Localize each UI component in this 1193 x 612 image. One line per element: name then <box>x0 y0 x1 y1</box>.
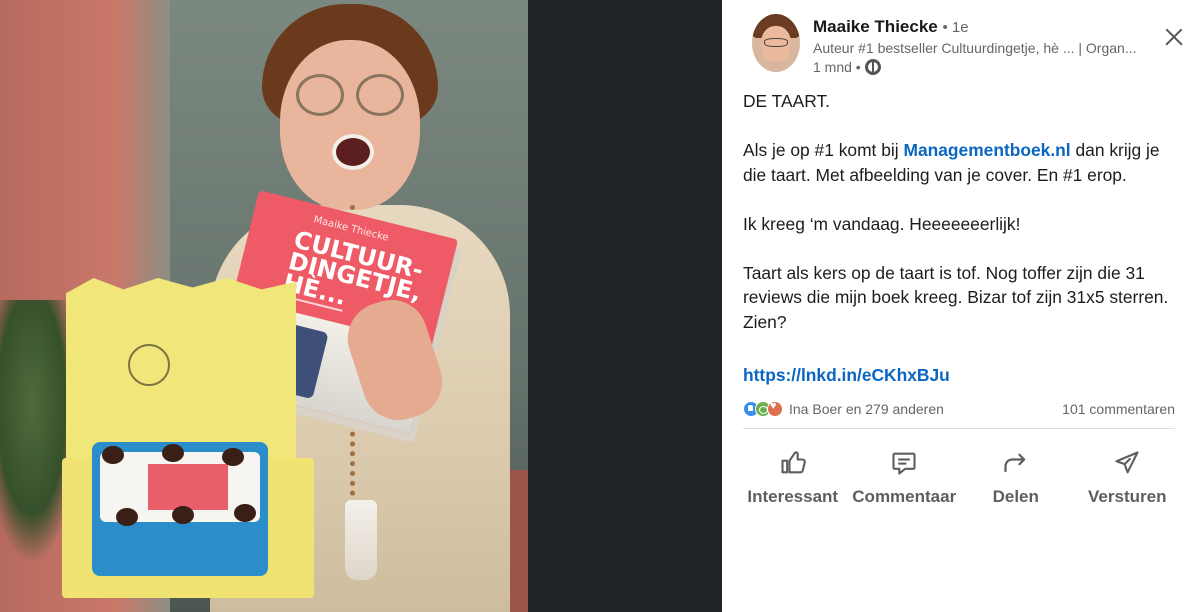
post-text-segment: Als je op #1 komt bij <box>743 140 904 160</box>
reactors-count[interactable]: Ina Boer en 279 anderen <box>789 401 944 417</box>
cake-book-image <box>148 464 228 510</box>
send-label: Versturen <box>1088 487 1167 506</box>
post-meta: 1 mnd • <box>813 59 881 75</box>
send-icon <box>1115 451 1139 474</box>
send-button[interactable]: Versturen <box>1072 440 1184 516</box>
necklace-tassel <box>345 500 377 580</box>
comment-label: Commentaar <box>852 487 957 506</box>
social-counts: Ina Boer en 279 anderen 101 commentaren <box>743 396 1175 422</box>
connection-degree: • 1e <box>942 19 969 36</box>
post-time: 1 mnd • <box>813 59 861 75</box>
mention-link[interactable]: Managementboek.nl <box>903 140 1070 160</box>
open-mouth <box>332 134 374 170</box>
glasses <box>296 74 404 116</box>
comment-button[interactable]: Commentaar <box>849 440 961 516</box>
share-button[interactable]: Delen <box>960 440 1072 516</box>
share-label: Delen <box>992 487 1039 506</box>
author-name[interactable]: Maaike Thiecke <box>813 17 938 36</box>
divider <box>743 428 1175 429</box>
post-paragraph: Taart als kers op de taart is tof. Nog t… <box>743 262 1169 332</box>
post-url-link[interactable]: https://lnkd.in/eCKhxBJu <box>743 365 950 386</box>
cake <box>92 442 268 576</box>
post-paragraph: DE TAART. <box>743 91 830 111</box>
share-arrow-icon <box>1004 453 1026 473</box>
author-headline: Auteur #1 bestseller Cultuurdingetje, hè… <box>813 40 1137 56</box>
love-icon <box>767 400 783 417</box>
post-paragraph: Als je op #1 komt bij Managementboek.nl … <box>743 138 1179 187</box>
avatar[interactable] <box>752 14 800 72</box>
cake-cookie <box>162 444 184 462</box>
person-face <box>280 40 420 210</box>
post-paragraph: Ik kreeg ‘m vandaag. Heeeeeeerlijk! <box>743 213 1021 234</box>
post-detail-panel: Maaike Thiecke • 1e Auteur #1 bestseller… <box>722 0 1193 612</box>
action-bar: Interessant Commentaar Delen Versturen <box>737 440 1183 520</box>
close-icon[interactable] <box>1158 22 1190 54</box>
photo-scene: Maaike Thiecke CULTUUR- DINGETJE, HÈ... <box>0 0 528 612</box>
cake-cookie <box>102 446 124 464</box>
like-button[interactable]: Interessant <box>737 440 849 516</box>
like-label: Interessant <box>747 487 839 506</box>
reaction-icons[interactable] <box>743 400 783 417</box>
author-row: Maaike Thiecke • 1e <box>813 17 969 37</box>
cake-box-lid <box>66 278 296 468</box>
cake-cookie <box>172 506 194 524</box>
comments-count[interactable]: 101 commentaren <box>1062 401 1175 417</box>
cake-cookie <box>234 504 256 522</box>
cake-cookie <box>116 508 138 526</box>
post-image[interactable]: Maaike Thiecke CULTUUR- DINGETJE, HÈ... <box>0 0 722 612</box>
cake-box-logo <box>128 344 170 386</box>
comment-icon <box>892 452 916 475</box>
globe-icon <box>864 59 881 75</box>
post-text: DE TAART. Als je op #1 komt bij Manageme… <box>743 89 1179 334</box>
cake-cookie <box>222 448 244 466</box>
thumbs-up-icon <box>781 451 806 474</box>
avatar-glasses <box>764 38 788 47</box>
